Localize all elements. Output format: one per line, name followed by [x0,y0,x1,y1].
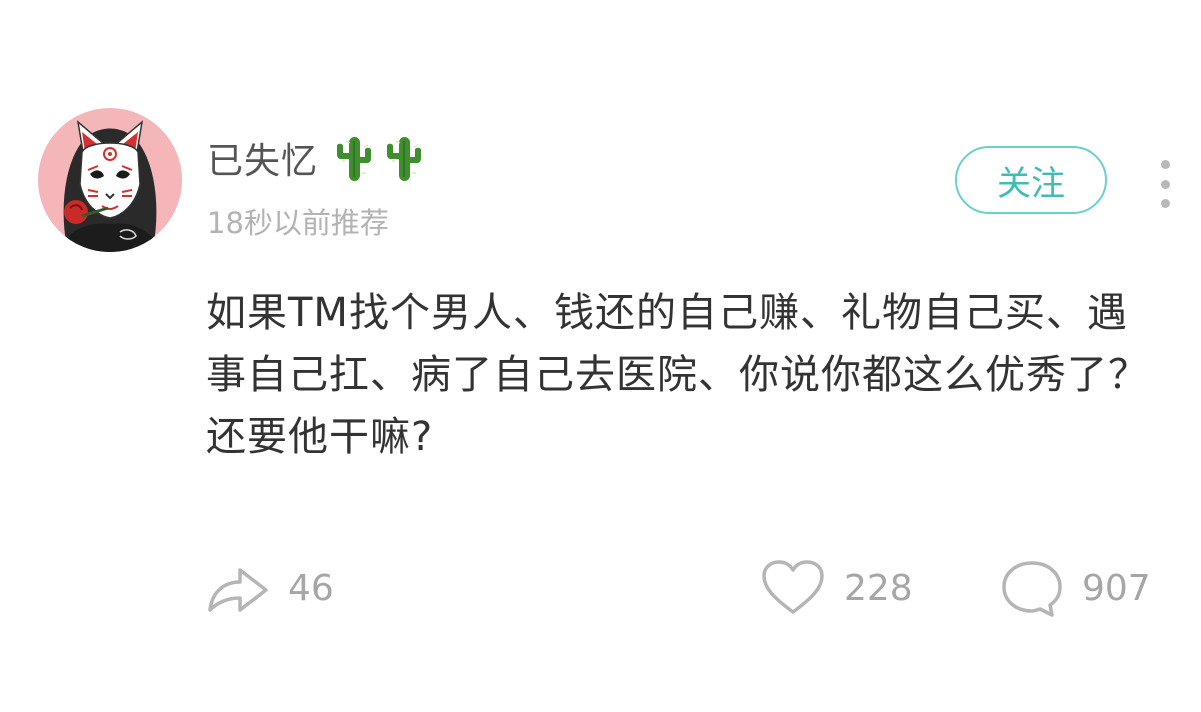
like-count: 228 [844,567,913,609]
share-button[interactable]: 46 [206,556,334,620]
cactus-emoji-icon [387,137,422,181]
post-timestamp: 18秒以前推荐 [207,206,389,240]
post-card: 已失忆 18秒以前推荐 关注 如果TM找个男人、钱还的自己赚、礼物自己买、遇事自… [0,0,1201,712]
cactus-emoji-icon [337,137,372,181]
comment-count: 907 [1082,567,1151,609]
more-options-icon[interactable] [1150,160,1180,208]
username[interactable]: 已失忆 [207,130,426,186]
share-count: 46 [288,567,334,609]
like-button[interactable]: 228 [760,556,913,620]
avatar[interactable] [38,108,182,252]
share-arrow-icon [208,568,268,612]
comment-bubble-icon [1002,561,1062,617]
username-text: 已失忆 [207,141,319,182]
heart-icon [762,560,824,614]
fox-mask-avatar-icon [58,120,162,252]
post-text: 如果TM找个男人、钱还的自己赚、礼物自己买、遇事自己扛、病了自己去医院、你说你都… [206,290,1149,460]
follow-button[interactable]: 关注 [955,146,1107,214]
comment-button[interactable]: 907 [1000,556,1151,620]
